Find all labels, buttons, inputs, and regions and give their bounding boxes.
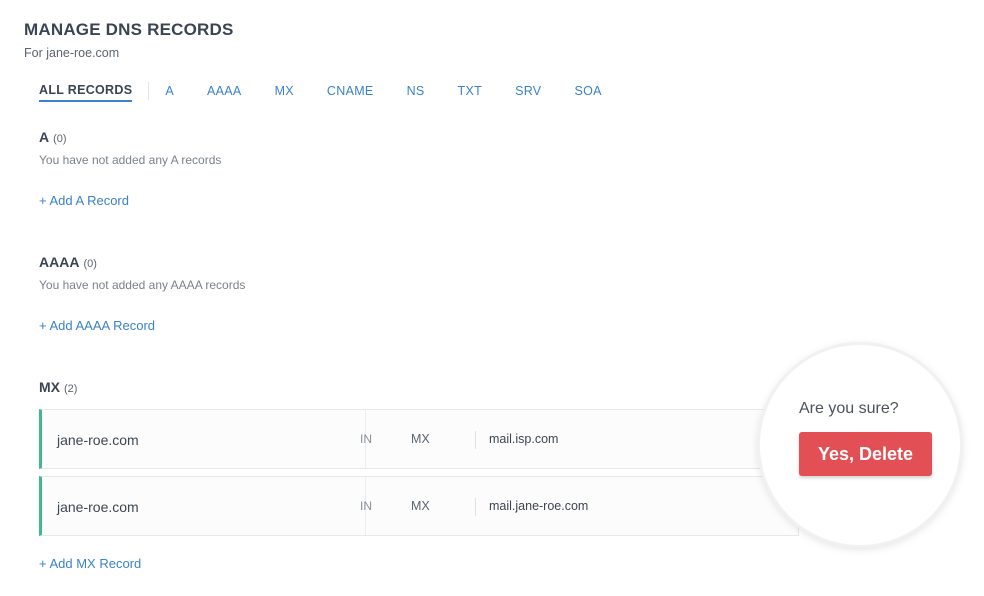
- section-mx-heading: MX (2): [39, 379, 77, 395]
- tab-all-records[interactable]: ALL RECORDS: [39, 83, 133, 102]
- add-a-record-link[interactable]: + Add A Record: [39, 193, 129, 208]
- record-class: IN: [360, 432, 372, 446]
- record-class: IN: [360, 499, 372, 513]
- section-a-empty-message: You have not added any A records: [39, 153, 222, 167]
- add-mx-record-link[interactable]: + Add MX Record: [39, 556, 141, 571]
- tab-divider: [148, 81, 150, 100]
- section-aaaa-heading: AAAA (0): [39, 254, 97, 270]
- record-type: MX: [411, 432, 430, 446]
- record-host: jane-roe.com: [57, 499, 139, 515]
- record-value: mail.jane-roe.com: [489, 499, 589, 513]
- tab-cname[interactable]: CNAME: [327, 84, 374, 101]
- tab-ns[interactable]: NS: [407, 84, 425, 101]
- section-aaaa-title: AAAA: [39, 254, 80, 270]
- record-type: MX: [411, 499, 430, 513]
- record-host: jane-roe.com: [57, 432, 139, 448]
- tab-txt[interactable]: TXT: [458, 84, 483, 101]
- delete-confirmation-popover: Are you sure? Yes, Delete: [760, 345, 960, 545]
- record-type-tabs: ALL RECORDS A AAAA MX CNAME NS TXT SRV S…: [39, 81, 602, 102]
- section-mx-title: MX: [39, 379, 60, 395]
- section-aaaa-empty-message: You have not added any AAAA records: [39, 278, 246, 292]
- section-mx-count: (2): [64, 383, 78, 395]
- tab-a[interactable]: A: [165, 84, 174, 101]
- section-aaaa-count: (0): [83, 258, 97, 270]
- page-title: MANAGE DNS RECORDS: [24, 20, 234, 39]
- section-a-heading: A (0): [39, 129, 67, 145]
- confirm-question: Are you sure?: [799, 400, 899, 417]
- section-a-count: (0): [53, 133, 67, 145]
- mx-record-row[interactable]: jane-roe.com IN MX mail.jane-roe.com: [39, 476, 799, 536]
- tab-srv[interactable]: SRV: [515, 84, 541, 101]
- yes-delete-button[interactable]: Yes, Delete: [799, 432, 932, 476]
- record-value: mail.isp.com: [489, 432, 559, 446]
- column-divider: [475, 498, 476, 516]
- tab-mx[interactable]: MX: [275, 84, 294, 101]
- tab-aaaa[interactable]: AAAA: [207, 84, 242, 101]
- add-aaaa-record-link[interactable]: + Add AAAA Record: [39, 318, 155, 333]
- column-divider: [475, 431, 476, 449]
- tab-soa[interactable]: SOA: [574, 84, 601, 101]
- page-subtitle: For jane-roe.com: [24, 46, 120, 60]
- section-a-title: A: [39, 129, 50, 145]
- mx-record-row[interactable]: jane-roe.com IN MX mail.isp.com: [39, 409, 799, 469]
